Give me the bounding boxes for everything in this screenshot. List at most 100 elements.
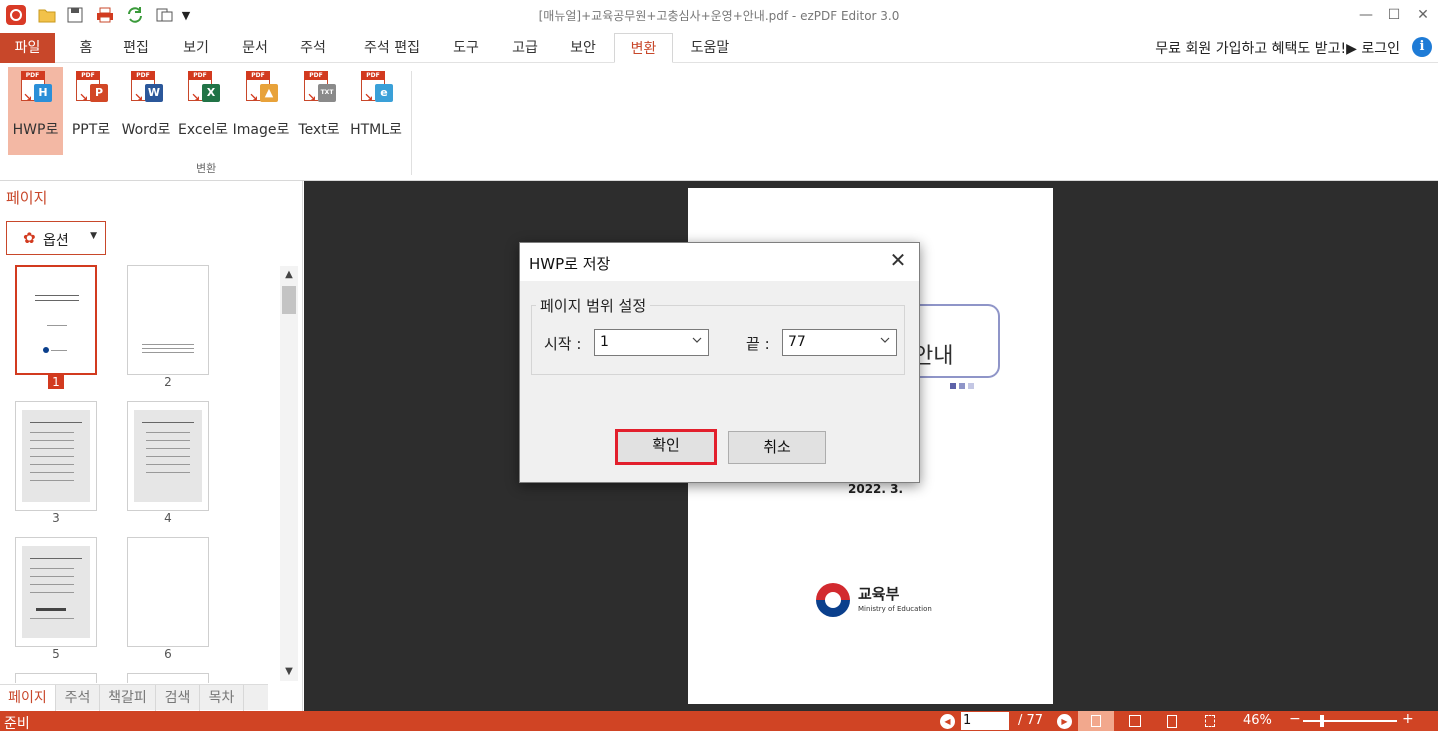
- current-page-input[interactable]: 1: [961, 712, 1009, 730]
- page-thumbnail-5[interactable]: [15, 537, 97, 647]
- page-thumbnail-7-partial[interactable]: [15, 673, 97, 683]
- single-page-icon: [1091, 715, 1101, 727]
- to-text-label: Text로: [298, 122, 340, 138]
- to-ppt-label: PPT로: [71, 122, 111, 138]
- two-page-view-button[interactable]: [1116, 711, 1152, 731]
- tab-annotation-edit[interactable]: 주석 편집: [352, 33, 432, 63]
- page-number-2: 2: [164, 375, 172, 389]
- gear-icon: ✿: [23, 229, 36, 247]
- single-page-view-button[interactable]: [1078, 711, 1114, 731]
- tab-advanced[interactable]: 고급: [505, 33, 545, 63]
- to-html-button[interactable]: PDF ↘ e HTML로: [346, 67, 406, 155]
- continuous-view-button[interactable]: [1154, 711, 1190, 731]
- to-word-button[interactable]: PDF ↘ W Word로: [118, 67, 174, 155]
- two-page-icon: [1129, 715, 1141, 727]
- cancel-button[interactable]: 취소: [728, 431, 826, 464]
- start-page-select[interactable]: 1: [594, 329, 709, 356]
- options-label: 옵션: [43, 233, 69, 249]
- bottom-tab-toc[interactable]: 목차: [200, 685, 244, 711]
- to-word-label: Word로: [121, 122, 171, 138]
- panel-title: 페이지: [6, 189, 48, 207]
- arrow-icon: ↘: [23, 91, 33, 104]
- tab-home[interactable]: 홈: [66, 33, 106, 63]
- tab-view[interactable]: 보기: [174, 33, 218, 63]
- tab-help[interactable]: 도움말: [680, 33, 740, 63]
- thumbnail-scrollbar[interactable]: ▲ ▼: [280, 266, 298, 681]
- chevron-down-icon: [880, 337, 890, 343]
- ministry-logo: 교육부 Ministry of Education: [816, 581, 936, 621]
- zoom-in-icon[interactable]: +: [1402, 711, 1414, 727]
- arrow-icon: ↘: [134, 91, 144, 104]
- dialog-title: HWP로 저장: [529, 255, 611, 273]
- end-page-value: 77: [788, 334, 806, 350]
- grid-view-button[interactable]: [1192, 711, 1228, 731]
- close-icon[interactable]: ✕: [887, 249, 909, 271]
- tab-document[interactable]: 문서: [233, 33, 277, 63]
- arrow-icon: ↘: [191, 91, 201, 104]
- image-icon: ▲: [260, 84, 278, 102]
- grid-icon: [1205, 715, 1215, 727]
- page-number-4: 4: [164, 511, 172, 525]
- maximize-button[interactable]: ☐: [1379, 4, 1409, 26]
- page-thumbnail-6[interactable]: [127, 537, 209, 647]
- page-thumbnail-8-partial[interactable]: [127, 673, 209, 683]
- page-number-5: 5: [52, 647, 60, 661]
- scroll-up-icon[interactable]: ▲: [280, 266, 298, 284]
- tab-tools[interactable]: 도구: [446, 33, 486, 63]
- info-icon[interactable]: i: [1412, 37, 1432, 57]
- options-button[interactable]: ✿ 옵션 ▼: [6, 221, 106, 255]
- page-number-1: 1: [15, 375, 97, 389]
- to-image-label: Image로: [232, 122, 290, 138]
- decorative-dots: [950, 374, 977, 393]
- signup-login-link[interactable]: 무료 회원 가입하고 혜택도 받고!▶ 로그인: [1155, 38, 1400, 58]
- zoom-slider[interactable]: [1303, 720, 1397, 722]
- chevron-down-icon: [692, 337, 702, 343]
- minimize-button[interactable]: —: [1351, 4, 1381, 26]
- page-thumbnail-3[interactable]: [15, 401, 97, 511]
- zoom-level: 46%: [1243, 713, 1272, 728]
- tab-convert[interactable]: 변환: [614, 33, 673, 63]
- page-thumbnail-4[interactable]: [127, 401, 209, 511]
- close-button[interactable]: ✕: [1408, 4, 1438, 26]
- txt-icon: TXT: [318, 84, 336, 102]
- tab-file[interactable]: 파일: [0, 33, 55, 63]
- scroll-down-icon[interactable]: ▼: [280, 663, 298, 681]
- ministry-name-eng: Ministry of Education: [858, 605, 932, 613]
- to-hwp-label: HWP로: [12, 122, 59, 138]
- bottom-tab-annotations[interactable]: 주석: [56, 685, 100, 711]
- to-ppt-button[interactable]: PDF ↘ P PPT로: [66, 67, 116, 155]
- chevron-down-icon: ▼: [90, 231, 97, 241]
- total-pages: / 77: [1018, 713, 1044, 728]
- menu-bar: 파일 홈 편집 보기 문서 주석 주석 편집 도구 고급 보안 변환 도움말 무…: [0, 31, 1438, 63]
- title-bar: ▼ [매뉴얼]+교육공무원+고충심사+운영+안내.pdf - ezPDF Edi…: [0, 0, 1438, 31]
- tab-edit[interactable]: 편집: [116, 33, 156, 63]
- to-image-button[interactable]: PDF ↘ ▲ Image로: [232, 67, 290, 155]
- to-text-button[interactable]: PDF ↘ TXT Text로: [294, 67, 344, 155]
- bottom-tab-pages[interactable]: 페이지: [0, 685, 56, 711]
- arrow-icon: ↘: [79, 91, 89, 104]
- page-thumbnail-1[interactable]: [15, 265, 97, 375]
- to-hwp-button[interactable]: PDF ↘ H HWP로: [8, 67, 63, 155]
- save-as-hwp-dialog: HWP로 저장 ✕ 페이지 범위 설정 시작 : 1 끝 : 77 확인 취소: [519, 242, 920, 483]
- end-label: 끝 :: [746, 335, 770, 353]
- ok-button[interactable]: 확인: [615, 429, 717, 465]
- arrow-icon: ↘: [307, 91, 317, 104]
- zoom-out-icon[interactable]: −: [1289, 711, 1301, 727]
- tab-annotation[interactable]: 주석: [291, 33, 335, 63]
- end-page-select[interactable]: 77: [782, 329, 897, 356]
- to-excel-label: Excel로: [178, 122, 228, 138]
- tab-security[interactable]: 보안: [563, 33, 603, 63]
- prev-page-icon[interactable]: ◀: [940, 714, 955, 729]
- start-label: 시작 :: [544, 335, 582, 353]
- to-excel-button[interactable]: PDF ↘ X Excel로: [176, 67, 230, 155]
- scrollbar-thumb[interactable]: [282, 286, 296, 314]
- next-page-icon[interactable]: ▶: [1057, 714, 1072, 729]
- page-thumbnail-2[interactable]: [127, 265, 209, 375]
- start-page-value: 1: [600, 334, 609, 350]
- continuous-page-icon: [1167, 715, 1177, 728]
- page-panel: 페이지 ✿ 옵션 ▼ 1 2 3 4 5 6 ▲ ▼ 페이지 주석 책갈피 검색…: [0, 181, 303, 711]
- zoom-slider-handle[interactable]: [1320, 715, 1324, 727]
- bottom-tab-search[interactable]: 검색: [156, 685, 200, 711]
- page-number-3: 3: [52, 511, 60, 525]
- bottom-tab-bookmarks[interactable]: 책갈피: [100, 685, 156, 711]
